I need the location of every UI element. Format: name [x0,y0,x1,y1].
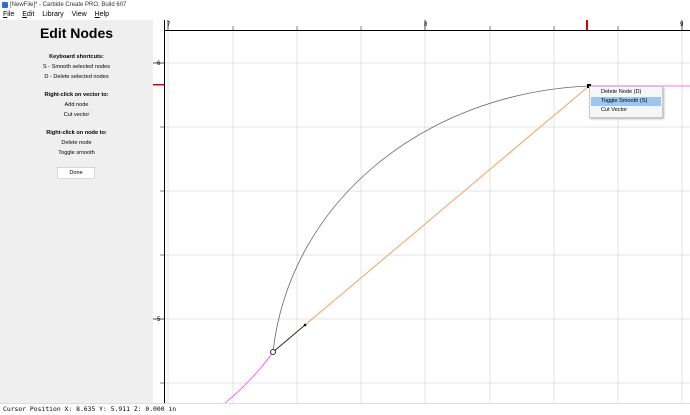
menu-edit[interactable]: Edit [19,10,37,20]
horizontal-ruler: 7 8 9 [164,20,690,31]
edit-nodes-panel: Edit Nodes Keyboard shortcuts: S - Smoot… [0,20,154,403]
node-toggle-smooth: Toggle smooth [58,150,95,156]
menu-file[interactable]: File [0,10,17,20]
status-bar: Cursor Position X: 8.635 Y: 5.911 Z: 0.0… [0,403,690,415]
cursor-position-readout: Cursor Position X: 8.635 Y: 5.911 Z: 0.0… [3,405,177,413]
shortcuts-heading: Keyboard shortcuts: [49,54,104,60]
menu-bar: File Edit Library View Help [0,10,690,20]
menu-item-cut-vector[interactable]: Cut Vector [591,106,661,115]
app-icon [2,2,8,8]
vector-cut: Cut vector [63,112,90,118]
node-heading: Right-click on node to: [46,130,107,136]
context-menu: Delete Node (D) Toggle Smooth (S) Cut Ve… [589,86,663,118]
menu-item-toggle-smooth[interactable]: Toggle Smooth (S) [591,97,661,106]
control-point-handle[interactable] [303,323,307,327]
cursor-x-marker [586,20,588,30]
menu-help[interactable]: Help [92,10,112,20]
shortcut-smooth: S - Smooth selected nodes [42,64,111,70]
window-title: [NewFile]* - Carbide Create PRO, Build 6… [10,2,127,8]
straight-segment[interactable] [272,85,590,353]
control-handle [272,324,306,353]
vertical-ruler: 6 5 [153,20,165,403]
magenta-toolpath [224,351,274,403]
node-start[interactable] [270,349,276,355]
ruler-top-label-9: 9 [680,22,684,28]
node-delete: Delete node [61,140,92,146]
title-bar: [NewFile]* - Carbide Create PRO, Build 6… [0,0,690,10]
shortcut-delete: D - Delete selected nodes [44,74,109,80]
cursor-y-marker [153,84,164,86]
ruler-left-label-5: 5 [157,317,161,323]
vector-heading: Right-click on vector to: [44,92,109,98]
menu-view[interactable]: View [69,10,90,20]
panel-title: Edit Nodes [39,25,114,41]
ruler-top-label-8: 8 [424,22,428,28]
ruler-top-label-7: 7 [167,22,171,28]
vector-add-node: Add node [64,102,89,108]
menu-item-delete-node[interactable]: Delete Node (D) [591,88,661,97]
done-button[interactable]: Done [57,167,95,179]
ruler-left-label-6: 6 [157,61,161,67]
menu-library[interactable]: Library [39,10,66,20]
